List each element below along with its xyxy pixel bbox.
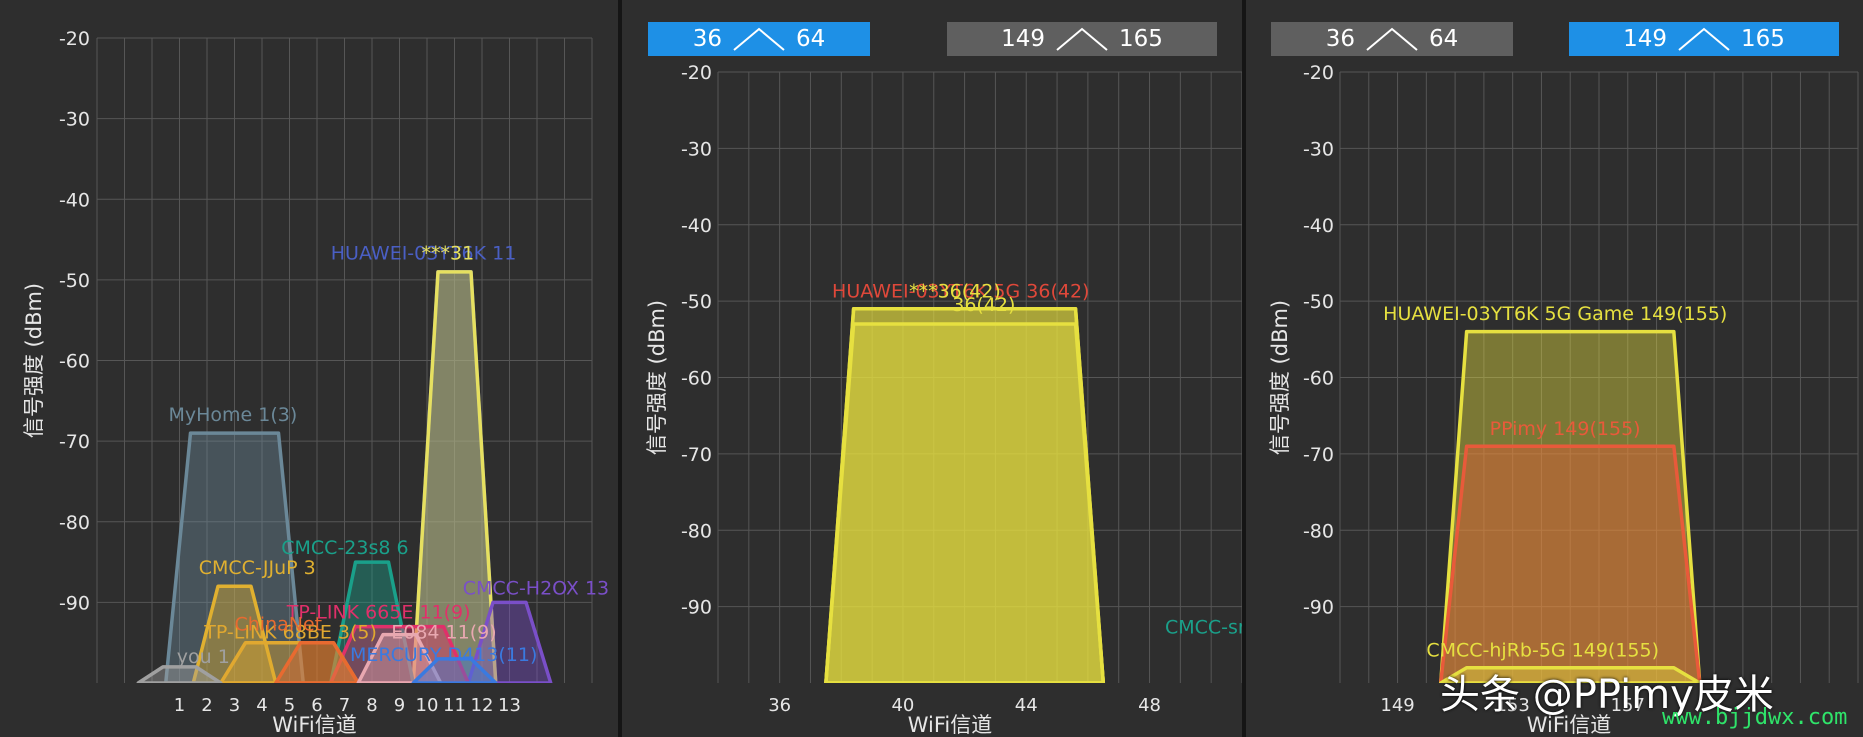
y-axis-title: 信号强度 (dBm) — [1268, 300, 1292, 455]
network-label: CMCC-23s8 6 — [281, 537, 408, 559]
network-label: MERCURY D413(11) — [350, 644, 537, 666]
y-tick-label: -60 — [59, 351, 90, 373]
x-tick-label: 8 — [366, 695, 377, 716]
y-tick-label: -40 — [59, 189, 90, 211]
x-tick-label: 13 — [498, 695, 521, 716]
y-tick-label: -30 — [1303, 138, 1334, 160]
y-tick-label: -80 — [1303, 520, 1334, 542]
y-tick-label: -50 — [59, 270, 90, 292]
y-tick-label: -50 — [681, 291, 712, 313]
x-tick-label: 9 — [394, 695, 405, 716]
y-tick-label: -80 — [59, 512, 90, 534]
network-shapes — [1438, 329, 1702, 683]
network-label: you 1 — [177, 646, 230, 668]
network-label: E084 11(9) — [391, 622, 496, 644]
x-tick-label: 11 — [443, 695, 466, 716]
y-tick-label: -60 — [681, 368, 712, 390]
y-tick-label: -70 — [59, 431, 90, 453]
x-tick-label: 48 — [1138, 695, 1161, 716]
x-tick-label: 12 — [471, 695, 494, 716]
network-label: ChinaNet — [235, 614, 323, 636]
y-tick-label: -90 — [1303, 597, 1334, 619]
chart-5ghz-149-165: -20-30-40-50-60-70-80-90149 153 157信号强度 (d… — [1268, 62, 1859, 737]
y-tick-label: -90 — [681, 597, 712, 619]
network-label: CMCC-hjRb-5G 149(155) — [1426, 639, 1659, 661]
y-tick-label: -40 — [1303, 215, 1334, 237]
x-tick-label: 4 — [256, 695, 267, 716]
y-tick-label: -20 — [681, 62, 712, 84]
y-tick-label: -20 — [59, 28, 90, 50]
x-tick-label: 149 — [1380, 695, 1414, 716]
network-label: MyHome 1(3) — [169, 404, 298, 426]
x-tick-label: 44 — [1015, 695, 1038, 716]
chart-5ghz-36-64: -20-30-40-50-60-70-80-9036 40 44 48信号强度 (dB… — [645, 62, 1242, 737]
y-tick-label: -30 — [59, 109, 90, 131]
channel-chart-panel-5ghz-low: 36 64 149 165 -20 -30 -40 -50 -60 -70 -80 -90 36… — [622, 0, 1242, 737]
y-tick-label: -70 — [681, 444, 712, 466]
y-tick-label: -30 — [681, 138, 712, 160]
y-tick-label: -40 — [681, 215, 712, 237]
channel-chart-panel-24ghz: -20 -30 -40 -50 -60 -70 -80 -90 1 2 3 4 5 6 7 8 9 10 11 12 1… — [0, 0, 618, 737]
y-tick-label: -90 — [59, 592, 90, 614]
network-label: CMCC-smtf — [1165, 616, 1242, 638]
x-tick-label: 1 — [174, 695, 185, 716]
network-label: PPimy 149(155) — [1490, 418, 1641, 440]
y-tick-label: -70 — [1303, 444, 1334, 466]
network-label: 36(42) — [952, 294, 1015, 316]
y-axis-title: 信号强度 (dBm) — [22, 283, 46, 438]
x-axis-title: WiFi信道 — [272, 713, 357, 737]
x-tick-label: 36 — [768, 695, 791, 716]
chart-24ghz: -20-30-40-50-60-70-80-901 2 3 4 5 6 7 8 9 10 11 12 1… — [22, 28, 609, 737]
network-label: CMCC-JJuP 3 — [199, 557, 316, 579]
watermark-url: www.bjjdwx.com — [1662, 705, 1848, 730]
x-tick-label: 10 — [416, 695, 439, 716]
network-label: CMCC-H2OX 13 — [463, 577, 609, 599]
network-area[interactable] — [824, 322, 1106, 683]
x-axis-title: WiFi信道 — [908, 713, 993, 737]
x-tick-label: 2 — [201, 695, 212, 716]
network-label: HUAWEI-03YT6K 5G Game 149(155) — [1383, 303, 1727, 325]
x-tick-label: 3 — [229, 695, 240, 716]
channel-chart-panel-5ghz-high: 36 64 149 165 -20 -30 -40 -50 -60 -70 -80 -90 14… — [1246, 0, 1863, 737]
y-tick-label: -80 — [681, 520, 712, 542]
y-tick-label: -60 — [1303, 368, 1334, 390]
y-tick-label: -20 — [1303, 62, 1334, 84]
y-axis-title: 信号强度 (dBm) — [645, 300, 669, 455]
network-label: ***31 — [422, 243, 475, 265]
y-tick-label: -50 — [1303, 291, 1334, 313]
